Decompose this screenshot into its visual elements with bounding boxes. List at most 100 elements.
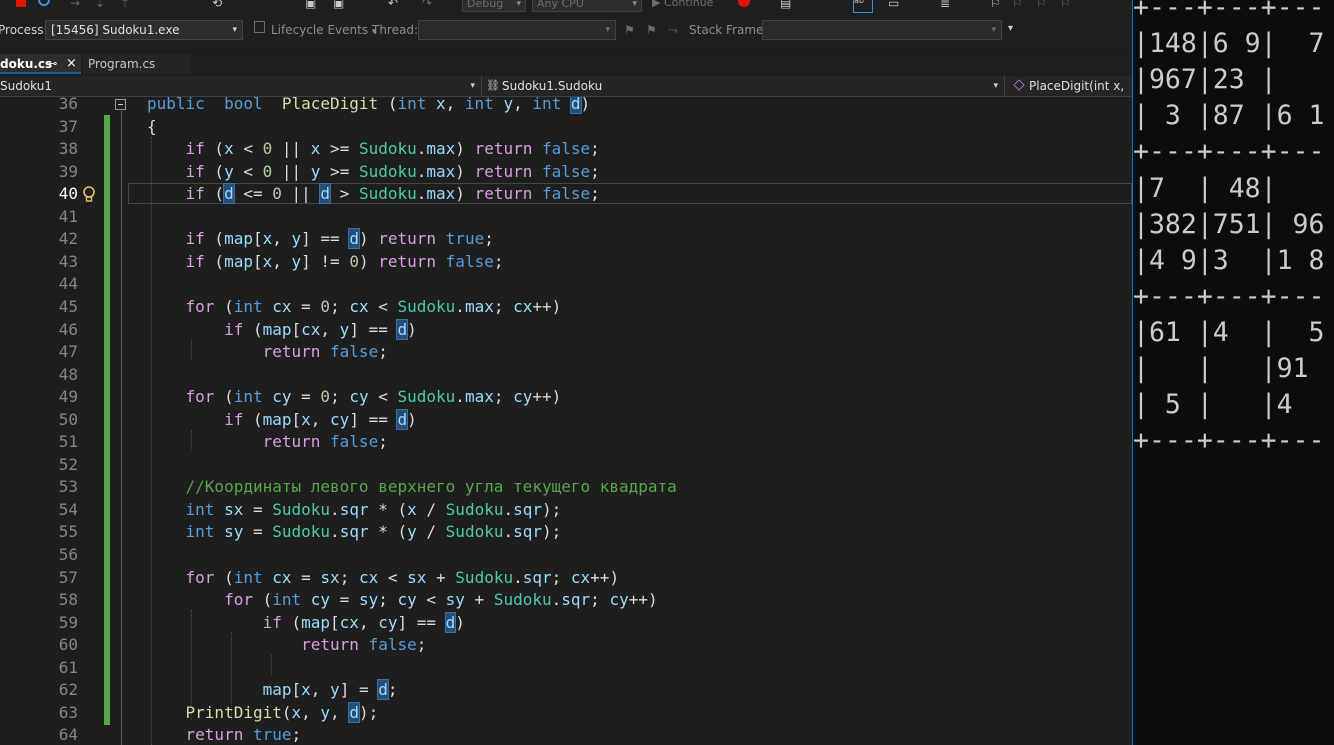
- console-line: |61 |4 | 5: [1133, 316, 1325, 348]
- code-line[interactable]: 37 {: [0, 116, 1132, 139]
- code-token: x: [310, 139, 321, 159]
- code-line[interactable]: 44: [0, 273, 1132, 296]
- code-token: (: [281, 612, 302, 632]
- hot-reload-icon[interactable]: [738, 0, 750, 7]
- code-token: x: [224, 139, 234, 159]
- overflow-chevron-icon[interactable]: ▾: [1008, 23, 1013, 34]
- configuration-select[interactable]: Debug ▾: [462, 0, 526, 12]
- code-token: map: [262, 319, 292, 339]
- code-line[interactable]: 64 return true;: [0, 724, 1132, 745]
- bookmark-prev-icon[interactable]: ⚐: [1012, 0, 1023, 12]
- navigate-back-icon[interactable]: ⟲: [212, 0, 222, 12]
- code-line[interactable]: 46 if (map[cx, y] == d): [0, 318, 1132, 342]
- code-line[interactable]: 63 PrintDigit(x, y, d);: [0, 701, 1132, 725]
- comment-icon[interactable]: ▭: [888, 0, 899, 12]
- console-line: | 3 |87 |6 1: [1133, 100, 1325, 132]
- code-line[interactable]: 53 //Координаты левого верхнего угла тек…: [0, 476, 1132, 499]
- thread-select[interactable]: ▾: [418, 20, 616, 40]
- code-line[interactable]: 39 if (y < 0 || y >= Sudoku.max) return …: [0, 161, 1132, 184]
- code-line[interactable]: 55 int sy = Sudoku.sqr * (y / Sudoku.sqr…: [0, 521, 1132, 544]
- code-editor[interactable]: 36 public bool PlaceDigit (int x, int y, …: [0, 97, 1132, 745]
- code-token: ;: [291, 725, 302, 745]
- tab-sudoku-cs[interactable]: doku.cs ⊸ ×: [0, 54, 81, 74]
- undo-icon[interactable]: ↶: [388, 0, 398, 12]
- tab-program-cs[interactable]: Program.cs: [83, 54, 191, 74]
- code-line[interactable]: 58 for (int cy = sy; cy < sy + Sudoku.sq…: [0, 589, 1132, 612]
- toggle-word-wrap-icon[interactable]: ab: [853, 0, 873, 13]
- member-dropdown[interactable]: PlaceDigit(int x, int: [1005, 76, 1132, 113]
- code-line[interactable]: 50 if (map[x, cy] == d): [0, 408, 1132, 432]
- code-line[interactable]: 60 return false;: [0, 634, 1132, 657]
- code-token: 0: [272, 184, 282, 204]
- code-token: int: [185, 499, 215, 519]
- code-token: .: [503, 522, 514, 542]
- code-line[interactable]: 49 for (int cy = 0; cy < Sudoku.max; cy+…: [0, 386, 1132, 409]
- code-line[interactable]: 59 if (map[cx, cy] == d): [0, 611, 1132, 635]
- restart-icon[interactable]: [38, 0, 50, 6]
- code-token: ): [455, 161, 475, 181]
- class-dropdown[interactable]: ⛓ Sudoku1.Sudoku ▾: [482, 76, 1005, 96]
- code-token: Sudoku: [445, 522, 504, 542]
- bookmark-next-icon[interactable]: ⚐: [1036, 0, 1047, 12]
- stop-debugging-icon[interactable]: [16, 0, 26, 7]
- line-number: 58: [58, 590, 78, 610]
- step-out-icon[interactable]: ⇡: [120, 0, 130, 12]
- code-line[interactable]: 38 if (x < 0 || x >= Sudoku.max) return …: [0, 138, 1132, 161]
- redo-icon[interactable]: ↷: [422, 0, 432, 12]
- code-token: ;: [590, 161, 600, 181]
- code-line[interactable]: 43 if (map[x, y] != 0) return false;: [0, 251, 1132, 274]
- chevron-down-icon: ▾: [991, 25, 996, 35]
- step-over-icon[interactable]: →: [70, 0, 80, 12]
- code-line[interactable]: 42 if (map[x, y] == d) return true;: [0, 228, 1132, 251]
- close-icon[interactable]: ×: [66, 54, 77, 74]
- code-token: ] =: [339, 680, 379, 700]
- stack-frame-label: Stack Frame:: [689, 23, 768, 37]
- code-token: ||: [272, 161, 311, 181]
- code-token: cx: [358, 567, 379, 587]
- code-line[interactable]: 40 if (d <= 0 || d > Sudoku.max) return …: [0, 183, 1132, 206]
- code-line[interactable]: 41: [0, 206, 1132, 229]
- code-token: x: [262, 251, 273, 271]
- step-into-icon[interactable]: ⇣: [95, 0, 105, 12]
- flag-threads-icon[interactable]: ⚑: [624, 23, 635, 37]
- stack-frame-icon: ⤳: [668, 23, 678, 37]
- process-select[interactable]: [15456] Sudoku1.exe ▾: [45, 20, 243, 40]
- save-all-icon[interactable]: ▣: [333, 0, 344, 12]
- stack-frame-select[interactable]: ▾: [762, 20, 1002, 40]
- code-line[interactable]: 61: [0, 657, 1132, 680]
- code-token: cx: [272, 567, 292, 587]
- code-line[interactable]: 51 return false;: [0, 431, 1132, 454]
- platform-select[interactable]: Any CPU ▾: [532, 0, 642, 12]
- project-dropdown[interactable]: Sudoku1 ▾: [0, 76, 482, 96]
- code-line[interactable]: 47 return false;: [0, 341, 1132, 364]
- code-text: return false;: [147, 634, 426, 656]
- code-line[interactable]: 36 public bool PlaceDigit (int x, int y, …: [0, 97, 1132, 116]
- save-icon[interactable]: ▣: [305, 0, 316, 12]
- code-text: if (map[x, y] != 0) return false;: [147, 251, 504, 273]
- console-window: +---+---+--- |148|6 9| 7 |967|23 | | 3 |87…: [1133, 0, 1334, 745]
- show-flagged-threads-icon[interactable]: ⚑: [646, 23, 657, 37]
- process-label: Process:: [0, 23, 48, 37]
- code-line[interactable]: 57 for (int cx = sx; cx < sx + Sudoku.sq…: [0, 567, 1132, 590]
- lifecycle-events-icon[interactable]: [254, 21, 265, 33]
- outdent-icon[interactable]: ≣: [940, 0, 950, 12]
- bookmark-clear-icon[interactable]: ⚐: [1060, 0, 1071, 12]
- chevron-down-icon: ▾: [470, 81, 475, 91]
- lifecycle-events-button[interactable]: Lifecycle Events ▾: [271, 23, 376, 37]
- line-number: 38: [58, 139, 78, 159]
- code-token: ;: [590, 184, 600, 204]
- bookmark-icon[interactable]: ⚐: [990, 0, 1001, 12]
- code-line[interactable]: 62 map[x, y] = d;: [0, 679, 1132, 702]
- pin-icon[interactable]: ⊸: [48, 54, 57, 74]
- code-line[interactable]: 45 for (int cx = 0; cx < Sudoku.max; cx+…: [0, 296, 1132, 319]
- code-line[interactable]: 56: [0, 544, 1132, 567]
- code-line[interactable]: 54 int sx = Sudoku.sqr * (x / Sudoku.sqr…: [0, 499, 1132, 522]
- code-line[interactable]: 48: [0, 364, 1132, 387]
- diagnostic-tools-icon[interactable]: ▤: [780, 0, 791, 12]
- continue-button[interactable]: ▶ Continue: [652, 0, 713, 12]
- code-token: sy: [445, 590, 465, 610]
- code-line[interactable]: 52: [0, 454, 1132, 477]
